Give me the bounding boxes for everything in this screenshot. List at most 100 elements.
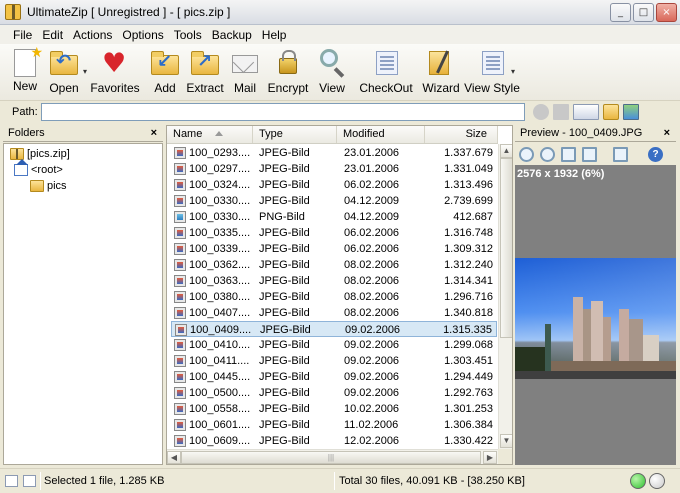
go-back-icon[interactable] bbox=[533, 104, 549, 120]
horizontal-scrollbar[interactable]: ◀ ||| ▶ bbox=[167, 449, 498, 464]
lock-icon bbox=[272, 47, 304, 79]
scroll-down-icon[interactable]: ▼ bbox=[500, 434, 512, 448]
preview-close-icon[interactable]: × bbox=[664, 125, 670, 141]
column-type[interactable]: Type bbox=[253, 126, 337, 143]
table-row[interactable]: 100_0407.... JPEG-Bild 08.02.2006 1.340.818 bbox=[171, 305, 497, 321]
tree-item-root[interactable]: <root> bbox=[14, 158, 63, 177]
extract-button[interactable]: ↗ Extract bbox=[186, 44, 224, 98]
file-size: 2.739.699 bbox=[444, 195, 493, 207]
file-type: JPEG-Bild bbox=[259, 387, 310, 399]
hscroll-thumb[interactable]: ||| bbox=[181, 451, 481, 464]
view-label: View bbox=[319, 81, 345, 95]
jpeg-file-icon bbox=[175, 324, 187, 336]
zoom-in-icon[interactable] bbox=[519, 146, 534, 162]
jpeg-file-icon bbox=[174, 227, 186, 239]
actual-size-icon[interactable] bbox=[582, 146, 597, 162]
menu-help[interactable]: Help bbox=[257, 28, 292, 42]
table-row[interactable]: 100_0363.... JPEG-Bild 08.02.2006 1.314.341 bbox=[171, 273, 497, 289]
table-row[interactable]: 100_0410.... JPEG-Bild 09.02.2006 1.299.068 bbox=[171, 337, 497, 353]
table-row[interactable]: 100_0362.... JPEG-Bild 08.02.2006 1.312.240 bbox=[171, 257, 497, 273]
wizard-button[interactable]: Wizard bbox=[418, 44, 464, 98]
sort-ascending-icon bbox=[215, 131, 223, 136]
title-bar: UltimateZip [ Unregistred ] - [ pics.zip… bbox=[0, 0, 680, 25]
jpeg-file-icon bbox=[174, 355, 186, 367]
table-row[interactable]: 100_0445.... JPEG-Bild 09.02.2006 1.294.449 bbox=[171, 369, 497, 385]
fit-icon[interactable] bbox=[561, 146, 576, 162]
column-size[interactable]: Size bbox=[425, 126, 498, 143]
wizard-label: Wizard bbox=[422, 81, 460, 95]
table-row[interactable]: 100_0293.... JPEG-Bild 23.01.2006 1.337.679 bbox=[171, 145, 497, 161]
table-row[interactable]: 100_0330.... JPEG-Bild 04.12.2009 2.739.699 bbox=[171, 193, 497, 209]
table-row[interactable]: 100_0324.... JPEG-Bild 06.02.2006 1.313.496 bbox=[171, 177, 497, 193]
table-row[interactable]: 100_0411.... JPEG-Bild 09.02.2006 1.303.451 bbox=[171, 353, 497, 369]
vertical-scrollbar[interactable]: ▲ ▼ bbox=[498, 144, 512, 449]
tree-item-pics[interactable]: pics bbox=[30, 178, 67, 193]
encrypt-button[interactable]: Encrypt bbox=[266, 44, 310, 98]
table-row-selected[interactable]: 100_0409.... JPEG-Bild 09.02.2006 1.315.335 bbox=[171, 321, 497, 337]
table-row[interactable]: 100_0330.... PNG-Bild 04.12.2009 412.687 bbox=[171, 209, 497, 225]
file-size: 1.294.449 bbox=[444, 371, 493, 383]
table-row[interactable]: 100_0609.... JPEG-Bild 12.02.2006 1.330.422 bbox=[171, 433, 497, 449]
file-modified: 09.02.2006 bbox=[344, 371, 400, 383]
jpeg-file-icon bbox=[174, 291, 186, 303]
folders-close-icon[interactable]: × bbox=[151, 125, 157, 141]
zoom-out-icon[interactable] bbox=[540, 146, 555, 162]
status-total: Total 30 files, 40.091 KB - [38.250 KB] bbox=[339, 475, 525, 487]
open-button[interactable]: ↶ ▾ Open bbox=[42, 44, 87, 98]
minimize-button[interactable]: _ bbox=[610, 3, 631, 22]
scroll-left-icon[interactable]: ◀ bbox=[167, 451, 181, 464]
checkout-button[interactable]: CheckOut bbox=[354, 44, 418, 98]
preview-header: Preview - 100_0409.JPG × bbox=[515, 125, 676, 142]
menu-actions[interactable]: Actions bbox=[68, 28, 117, 42]
file-name: 100_0609.... bbox=[189, 435, 251, 447]
column-modified[interactable]: Modified bbox=[337, 126, 425, 143]
table-row[interactable]: 100_0297.... JPEG-Bild 23.01.2006 1.331.049 bbox=[171, 161, 497, 177]
detail-view-icon[interactable] bbox=[23, 475, 36, 487]
delete-icon[interactable] bbox=[553, 104, 569, 120]
file-modified: 06.02.2006 bbox=[344, 243, 400, 255]
view-style-button[interactable]: ▾ View Style bbox=[464, 44, 520, 98]
maximize-button[interactable]: □ bbox=[633, 3, 654, 22]
file-modified: 04.12.2009 bbox=[344, 195, 400, 207]
favorites-button[interactable]: ♥ Favorites bbox=[86, 44, 144, 98]
new-button[interactable]: New bbox=[8, 44, 43, 98]
table-row[interactable]: 100_0601.... JPEG-Bild 11.02.2006 1.306.384 bbox=[171, 417, 497, 433]
list-view-icon[interactable] bbox=[5, 475, 18, 487]
menu-edit[interactable]: Edit bbox=[37, 28, 68, 42]
print-icon[interactable] bbox=[613, 146, 628, 162]
image-view-icon[interactable] bbox=[623, 104, 639, 120]
status-bar: Selected 1 file, 1.285 KB Total 30 files… bbox=[0, 468, 680, 493]
mail-button[interactable]: Mail bbox=[224, 44, 266, 98]
menu-file[interactable]: File bbox=[8, 28, 37, 42]
view-mode-icon[interactable] bbox=[573, 104, 599, 120]
file-name: 100_0558.... bbox=[189, 403, 251, 415]
tree-item-label: <root> bbox=[31, 163, 63, 176]
menu-options[interactable]: Options bbox=[117, 28, 168, 42]
app-zip-icon bbox=[5, 4, 21, 20]
table-row[interactable]: 100_0500.... JPEG-Bild 09.02.2006 1.292.763 bbox=[171, 385, 497, 401]
file-size: 1.306.384 bbox=[444, 419, 493, 431]
folder-up-icon[interactable] bbox=[603, 104, 619, 120]
add-button[interactable]: ↙ Add bbox=[144, 44, 186, 98]
file-modified: 08.02.2006 bbox=[344, 307, 400, 319]
close-button[interactable]: × bbox=[656, 3, 677, 22]
menu-tools[interactable]: Tools bbox=[169, 28, 207, 42]
scroll-thumb[interactable] bbox=[500, 158, 512, 338]
file-size: 1.315.335 bbox=[443, 324, 492, 336]
menu-backup[interactable]: Backup bbox=[207, 28, 257, 42]
file-modified: 09.02.2006 bbox=[344, 339, 400, 351]
table-row[interactable]: 100_0339.... JPEG-Bild 06.02.2006 1.309.312 bbox=[171, 241, 497, 257]
png-file-icon bbox=[174, 211, 186, 223]
help-icon[interactable]: ? bbox=[648, 146, 663, 162]
table-row[interactable]: 100_0335.... JPEG-Bild 06.02.2006 1.316.748 bbox=[171, 225, 497, 241]
scroll-up-icon[interactable]: ▲ bbox=[500, 144, 512, 158]
table-row[interactable]: 100_0558.... JPEG-Bild 10.02.2006 1.301.253 bbox=[171, 401, 497, 417]
table-row[interactable]: 100_0380.... JPEG-Bild 08.02.2006 1.296.716 bbox=[171, 289, 497, 305]
jpeg-file-icon bbox=[174, 259, 186, 271]
file-modified: 09.02.2006 bbox=[345, 324, 401, 336]
path-input[interactable] bbox=[41, 103, 525, 121]
view-button[interactable]: View bbox=[310, 44, 354, 98]
column-name[interactable]: Name bbox=[167, 126, 253, 143]
file-name: 100_0297.... bbox=[189, 163, 251, 175]
scroll-right-icon[interactable]: ▶ bbox=[483, 451, 497, 464]
